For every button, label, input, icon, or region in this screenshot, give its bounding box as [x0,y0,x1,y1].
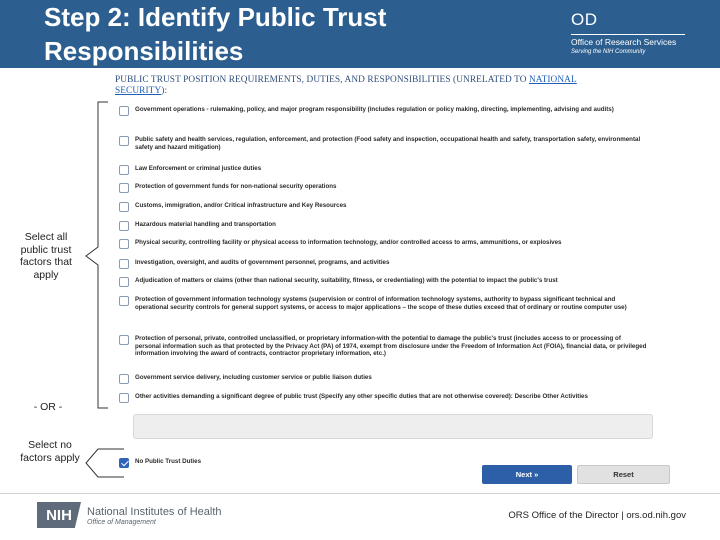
annotation-select-none: Select no factors apply [20,439,80,464]
form-heading-end: ): [161,86,168,96]
reset-button[interactable]: Reset [577,465,670,484]
next-button[interactable]: Next » [482,465,572,484]
bracket-select-none-icon [85,448,124,478]
option-label: Adjudication of matters or claims (other… [135,277,558,284]
option-label: Investigation, oversight, and audits of … [135,259,390,266]
od-logo-text: OD [571,10,598,29]
nih-subtitle: Office of Management [87,519,156,526]
nih-name: National Institutes of Health [87,506,222,518]
checkbox-icon[interactable] [119,221,129,231]
option-label: Protection of personal, private, control… [135,335,647,358]
checkbox-icon[interactable] [119,393,129,403]
checkbox-icon[interactable] [119,106,129,116]
option-label: Hazardous material handling and transpor… [135,221,276,228]
option-label: Public safety and health services, regul… [135,136,641,151]
od-logo: OD Office of Research Services Serving t… [571,10,691,60]
od-logo-rule [571,34,685,35]
option-label: Protection of government funds for non-n… [135,183,337,190]
od-logo-tagline: Serving the NIH Community [571,49,646,55]
checkbox-icon[interactable] [119,202,129,212]
annotation-or: - OR - [33,401,63,413]
bracket-select-all-icon [85,101,108,409]
option-label: Government service delivery, including c… [135,374,372,381]
footer-text: ORS Office of the Director | ors.od.nih.… [508,510,686,521]
checkbox-icon[interactable] [119,136,129,146]
slide-title: Step 2: Identify Public Trust Responsibi… [44,2,387,66]
option-label: Protection of government information tec… [135,296,627,311]
checkbox-icon[interactable] [119,239,129,249]
option-label: Customs, immigration, and/or Critical in… [135,202,347,209]
describe-other-activities-input[interactable] [133,414,653,439]
nih-badge: NIH [37,502,81,528]
nih-logo: NIH National Institutes of Health Office… [37,502,237,530]
od-logo-office: Office of Research Services [571,37,677,47]
option-label: Other activities demanding a significant… [135,393,588,400]
checkbox-icon[interactable] [119,165,129,175]
option-label: Physical security, controlling facility … [135,239,562,246]
checkbox-icon[interactable] [119,335,129,345]
checkbox-icon[interactable] [119,277,129,287]
form-heading: PUBLIC TRUST POSITION REQUIREMENTS, DUTI… [115,75,625,97]
annotation-select-all: Select all public trust factors that app… [20,231,72,281]
checkbox-icon[interactable] [119,374,129,384]
checkbox-icon[interactable] [119,183,129,193]
checkbox-icon[interactable] [119,296,129,306]
slide-header: Step 2: Identify Public Trust Responsibi… [0,0,720,68]
footer-divider [0,493,720,494]
option-label: Government operations - rulemaking, poli… [135,106,614,113]
form-heading-text: PUBLIC TRUST POSITION REQUIREMENTS, DUTI… [115,75,529,85]
option-label: Law Enforcement or criminal justice duti… [135,165,262,172]
checkbox-icon[interactable] [119,259,129,269]
